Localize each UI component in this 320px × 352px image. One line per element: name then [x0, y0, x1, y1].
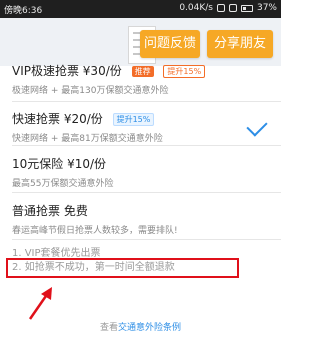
feedback-button[interactable]: 问题反馈: [140, 30, 200, 58]
status-time: 傍晚6:36: [4, 6, 43, 16]
option-desc: 极速网络 + 最高130万保额交通意外险: [12, 86, 169, 96]
share-friends-button[interactable]: 分享朋友: [207, 30, 273, 58]
signal-icon: [228, 4, 237, 12]
option-insurance[interactable]: 10元保险 ¥10/份 最高55万保额交通意外险: [0, 155, 281, 189]
insurance-terms-link[interactable]: 交通意外险条例: [118, 323, 181, 333]
divider: [12, 145, 281, 146]
network-speed: 0.04K/s: [179, 3, 213, 13]
divider: [12, 239, 281, 240]
speedup-badge: 提升15%: [112, 113, 155, 126]
option-desc: 快速网络 + 最高81万保额交通意外险: [12, 134, 163, 144]
option-title: 10元保险 ¥10/份: [12, 157, 107, 171]
top-bar: 问题反馈 分享朋友: [0, 18, 281, 66]
battery-percent: 37%: [256, 3, 277, 13]
option-desc: 最高55万保额交通意外险: [12, 179, 114, 189]
recommend-badge: 推荐: [131, 66, 154, 77]
highlight-box: [6, 258, 239, 278]
status-right: 0.04K/s 37%: [179, 3, 277, 13]
option-free[interactable]: 普通抢票 免费 春运高峰节假日抢票人数较多，需要排队!: [0, 202, 281, 236]
divider: [12, 101, 281, 102]
wifi-icon: [216, 4, 225, 12]
option-title: 普通抢票 免费: [12, 204, 88, 218]
speedup-badge: 提升15%: [163, 65, 206, 78]
divider: [12, 192, 281, 193]
option-fast[interactable]: 快速抢票 ¥20/份 提升15% 快速网络 + 最高81万保额交通意外险: [0, 110, 281, 144]
option-title: 快速抢票 ¥20/份: [12, 112, 103, 126]
option-desc: 春运高峰节假日抢票人数较多，需要排队!: [12, 226, 178, 236]
option-title: VIP极速抢票 ¥30/份: [12, 64, 122, 78]
option-vip[interactable]: VIP极速抢票 ¥30/份 推荐 提升15% 极速网络 + 最高130万保额交通…: [0, 62, 281, 96]
status-bar: 傍晚6:36 0.04K/s 37%: [0, 0, 281, 18]
footer: 查看交通意外险条例: [0, 320, 281, 333]
red-arrow-icon: [28, 287, 52, 320]
footer-prefix: 查看: [99, 323, 118, 333]
battery-icon: [240, 4, 253, 12]
